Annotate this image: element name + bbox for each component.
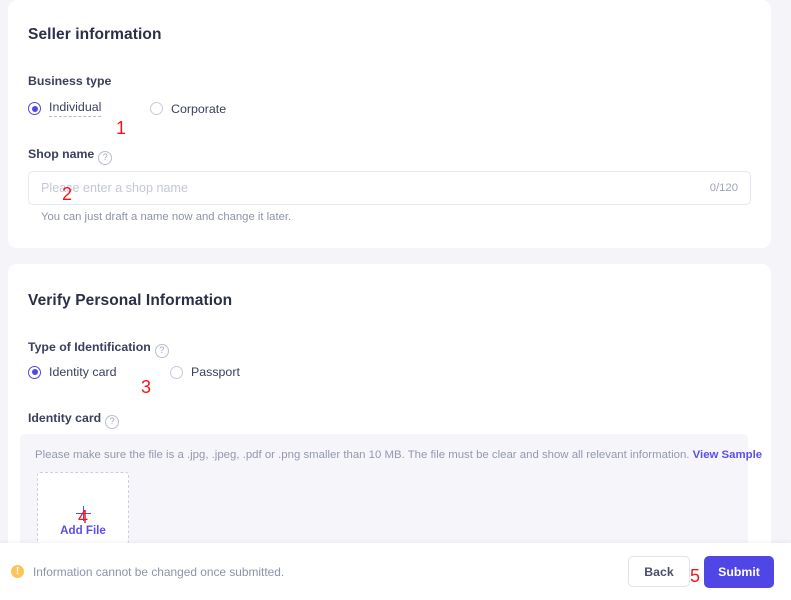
radio-label-identity-card: Identity card <box>49 365 117 379</box>
radio-option-passport[interactable]: Passport <box>170 365 240 379</box>
form-scroll-area[interactable]: Seller information Business type Individ… <box>0 0 791 543</box>
radio-option-corporate[interactable]: Corporate <box>150 102 226 116</box>
radio-indicator-identity-card[interactable] <box>28 365 41 379</box>
view-sample-link[interactable]: View Sample <box>693 449 762 461</box>
footer-action-buttons: Back Submit <box>628 555 774 588</box>
radio-option-individual[interactable]: Individual <box>28 100 150 117</box>
radio-indicator-passport[interactable] <box>170 365 183 379</box>
business-type-label: Business type <box>28 74 112 88</box>
radio-option-identity-card[interactable]: Identity card <box>28 365 170 379</box>
id-type-label: Type of Identification? <box>28 340 169 358</box>
radio-indicator-individual[interactable] <box>28 102 41 115</box>
business-type-radio-group: Individual Corporate <box>28 100 226 117</box>
verify-personal-information-title: Verify Personal Information <box>28 292 233 309</box>
add-file-label: Add File <box>60 524 106 537</box>
radio-label-corporate: Corporate <box>171 101 227 116</box>
id-type-label-text: Type of Identification <box>28 340 151 354</box>
footer-note-text: Information cannot be changed once submi… <box>33 564 285 579</box>
upload-hint-text: Please make sure the file is a .jpg, .jp… <box>35 449 690 461</box>
signup-form-page: Seller information Business type Individ… <box>0 0 791 600</box>
shop-name-input-wrapper[interactable]: 0/120 <box>28 171 751 205</box>
question-mark-circle-icon[interactable]: ? <box>105 415 120 429</box>
radio-label-passport: Passport <box>191 365 240 379</box>
identity-card-upload-panel: Please make sure the file is a .jpg, .jp… <box>20 434 762 543</box>
identity-card-label: Identity card? <box>28 411 120 429</box>
form-footer-bar: ! Information cannot be changed once sub… <box>0 543 791 600</box>
shop-name-label-text: Shop name <box>28 147 95 161</box>
seller-information-card: Seller information Business type Individ… <box>8 0 771 248</box>
plus-icon <box>75 506 91 521</box>
identity-card-label-text: Identity card <box>28 411 102 425</box>
radio-label-individual: Individual <box>49 100 102 117</box>
question-mark-circle-icon[interactable]: ? <box>98 151 113 165</box>
question-mark-circle-icon[interactable]: ? <box>154 344 169 358</box>
footer-warning-note: ! Information cannot be changed once sub… <box>11 565 284 579</box>
submit-button[interactable]: Submit <box>704 555 774 588</box>
shop-name-label: Shop name? <box>28 147 113 165</box>
add-file-dropzone[interactable]: Add File <box>37 472 129 543</box>
shop-name-input[interactable] <box>41 181 702 195</box>
shop-name-helper-text: You can just draft a name now and change… <box>41 211 292 223</box>
radio-indicator-corporate[interactable] <box>150 102 163 115</box>
id-type-radio-group: Identity card Passport <box>28 365 240 379</box>
upload-requirements-hint: Please make sure the file is a .jpg, .jp… <box>35 449 762 461</box>
back-button[interactable]: Back <box>628 556 690 587</box>
exclamation-circle-icon: ! <box>11 565 24 578</box>
seller-information-title: Seller information <box>28 26 162 43</box>
shop-name-char-counter: 0/120 <box>709 182 738 194</box>
